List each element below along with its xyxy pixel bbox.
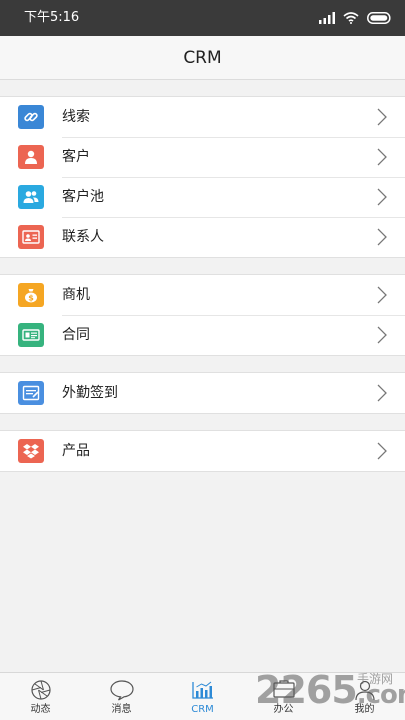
tab-dynamics[interactable]: 动态 bbox=[0, 673, 81, 720]
tab-label: 动态 bbox=[30, 704, 51, 715]
watermark-site: 手游网 bbox=[357, 672, 394, 686]
tab-label: CRM bbox=[191, 704, 214, 715]
tab-messages[interactable]: 消息 bbox=[81, 673, 162, 720]
people-icon bbox=[18, 185, 44, 209]
checkin-icon bbox=[18, 381, 44, 405]
chevron-right-icon bbox=[377, 384, 387, 402]
chevron-right-icon bbox=[377, 188, 387, 206]
chevron-right-icon bbox=[377, 286, 387, 304]
menu-group-4: 产品 bbox=[0, 430, 405, 472]
contract-icon bbox=[18, 323, 44, 347]
status-bar: 下午5:16 bbox=[0, 0, 405, 36]
menu-item-contacts[interactable]: 联系人 bbox=[0, 217, 405, 257]
battery-icon bbox=[367, 12, 391, 24]
wifi-icon bbox=[343, 12, 359, 24]
menu-group-1: 线索 客户 客户池 联系人 bbox=[0, 96, 405, 258]
menu-item-label: 客户池 bbox=[62, 189, 104, 205]
menu-item-customers[interactable]: 客户 bbox=[0, 137, 405, 177]
chevron-right-icon bbox=[377, 228, 387, 246]
menu-item-label: 线索 bbox=[62, 109, 90, 125]
status-time: 下午5:16 bbox=[24, 10, 80, 25]
menu-group-2: $ 商机 合同 bbox=[0, 274, 405, 356]
tab-crm[interactable]: CRM bbox=[162, 673, 243, 720]
chat-bubble-icon bbox=[110, 680, 134, 701]
nav-bar: CRM bbox=[0, 36, 405, 80]
chevron-right-icon bbox=[377, 326, 387, 344]
dropbox-icon bbox=[18, 439, 44, 463]
menu-item-label: 外勤签到 bbox=[62, 385, 118, 401]
signal-icon bbox=[319, 12, 335, 24]
id-card-icon bbox=[18, 225, 44, 249]
menu-item-label: 合同 bbox=[62, 327, 90, 343]
aperture-icon bbox=[31, 680, 51, 700]
page-title: CRM bbox=[183, 48, 222, 68]
chevron-right-icon bbox=[377, 108, 387, 126]
menu-item-label: 客户 bbox=[62, 149, 90, 165]
menu-item-field-checkin[interactable]: 外勤签到 bbox=[0, 373, 405, 413]
menu-group-3: 外勤签到 bbox=[0, 372, 405, 414]
menu-item-label: 商机 bbox=[62, 287, 90, 303]
menu-item-label: 产品 bbox=[62, 443, 90, 459]
menu-item-opportunities[interactable]: $ 商机 bbox=[0, 275, 405, 315]
person-icon bbox=[18, 145, 44, 169]
menu-item-label: 联系人 bbox=[62, 229, 104, 245]
svg-text:$: $ bbox=[28, 294, 34, 303]
menu-item-products[interactable]: 产品 bbox=[0, 431, 405, 471]
tab-label: 消息 bbox=[111, 704, 132, 715]
bar-chart-icon bbox=[192, 681, 213, 699]
menu-item-leads[interactable]: 线索 bbox=[0, 97, 405, 137]
chevron-right-icon bbox=[377, 148, 387, 166]
money-bag-icon: $ bbox=[18, 283, 44, 307]
link-icon bbox=[18, 105, 44, 129]
chevron-right-icon bbox=[377, 442, 387, 460]
menu-item-contracts[interactable]: 合同 bbox=[0, 315, 405, 355]
menu-item-customer-pool[interactable]: 客户池 bbox=[0, 177, 405, 217]
watermark: 2265.com 手游网 bbox=[255, 668, 405, 720]
